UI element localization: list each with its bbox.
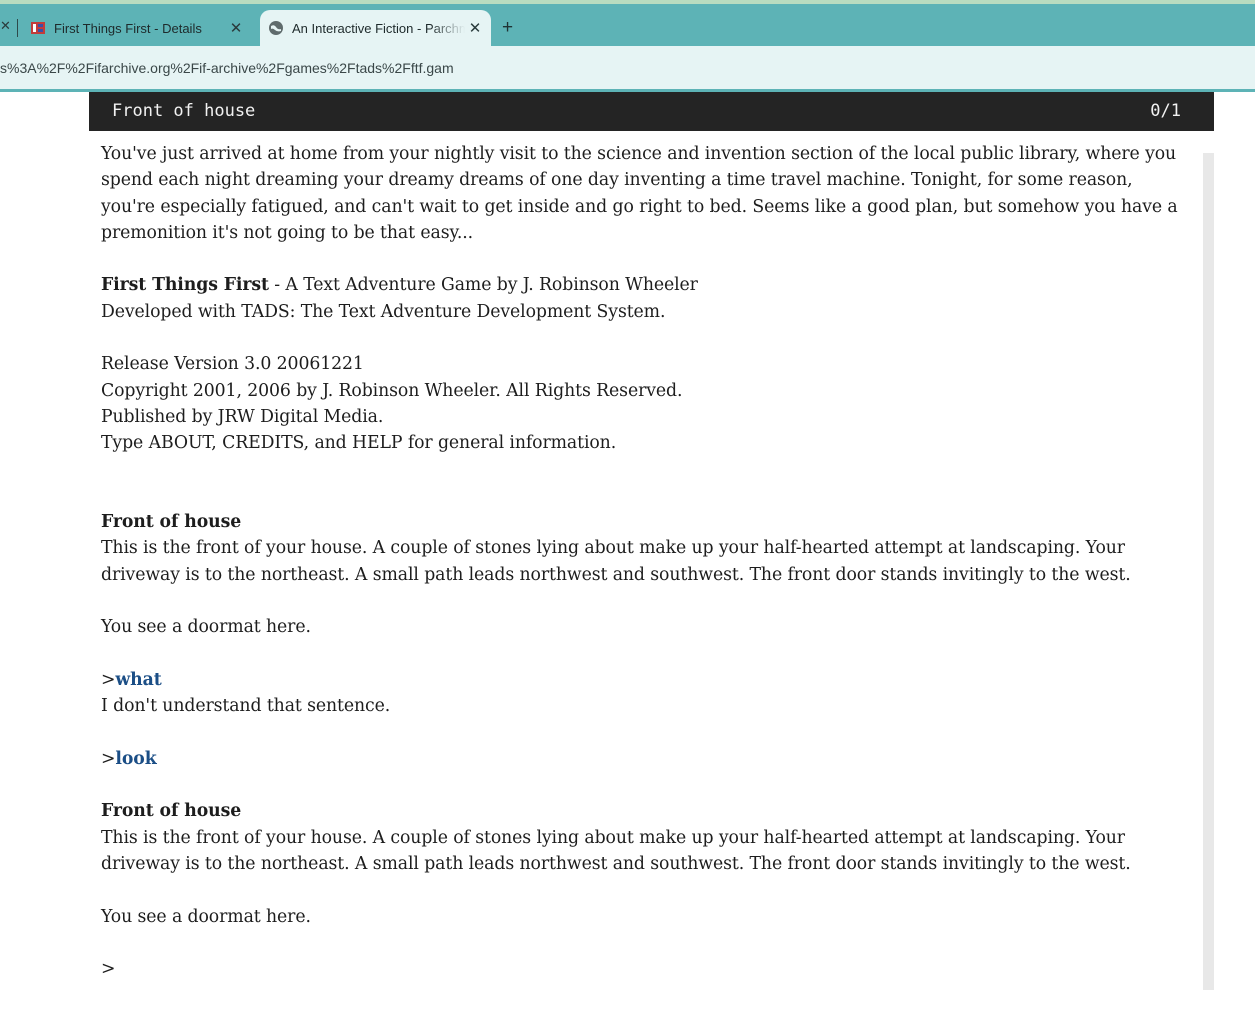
command-text: what bbox=[115, 669, 162, 690]
game-developed: Developed with TADS: The Text Adventure … bbox=[101, 301, 666, 322]
command-prompt: > bbox=[101, 748, 116, 769]
tab-interactive-fiction-parchment[interactable]: An Interactive Fiction - Parchment ✕ bbox=[260, 10, 491, 46]
room-heading: Front of house bbox=[101, 801, 242, 822]
command-line: >what bbox=[101, 667, 1191, 693]
room-description: This is the front of your house. A coupl… bbox=[101, 827, 1131, 875]
status-score: 0/1 bbox=[1150, 101, 1181, 121]
tab-close-icon[interactable]: ✕ bbox=[465, 19, 485, 37]
game-copyright: Copyright 2001, 2006 by J. Robinson Whee… bbox=[101, 380, 683, 401]
tab-first-things-first-details[interactable]: First Things First - Details ✕ bbox=[22, 10, 252, 46]
game-title: First Things First bbox=[101, 275, 269, 296]
tab-title: An Interactive Fiction - Parchment bbox=[292, 20, 465, 36]
input-prompt: > bbox=[101, 959, 116, 980]
room-objects: You see a doormat here. bbox=[101, 617, 311, 638]
command-input-line[interactable]: > bbox=[101, 956, 1191, 982]
tab-separator bbox=[17, 19, 18, 37]
game-transcript: You've just arrived at home from your ni… bbox=[101, 141, 1191, 1009]
command-text: look bbox=[115, 748, 157, 769]
room-block: Front of house This is the front of your… bbox=[101, 798, 1191, 877]
status-room-name: Front of house bbox=[112, 101, 256, 121]
previous-tab-close-icon[interactable]: ✕ bbox=[0, 18, 11, 34]
globe-icon bbox=[269, 21, 283, 35]
ifdb-favicon-icon bbox=[31, 22, 45, 34]
address-url[interactable]: s%3A%2F%2Fifarchive.org%2Fif-archive%2Fg… bbox=[0, 60, 454, 76]
scrollbar-track[interactable] bbox=[1203, 153, 1214, 990]
command-line: >look bbox=[101, 746, 1191, 772]
command-response: I don't understand that sentence. bbox=[101, 696, 391, 717]
address-bar[interactable]: s%3A%2F%2Fifarchive.org%2Fif-archive%2Fg… bbox=[0, 46, 1255, 89]
room-description: This is the front of your house. A coupl… bbox=[101, 538, 1131, 585]
browser-tab-strip: ✕ First Things First - Details ✕ An Inte… bbox=[0, 0, 1255, 46]
game-release: Release Version 3.0 20061221 bbox=[101, 354, 364, 375]
new-tab-plus-icon[interactable]: + bbox=[502, 18, 513, 37]
room-objects: You see a doormat here. bbox=[101, 906, 311, 927]
intro-text: You've just arrived at home from your ni… bbox=[101, 144, 1178, 243]
game-byline: - A Text Adventure Game by J. Robinson W… bbox=[268, 275, 698, 296]
game-credits: First Things First - A Text Adventure Ga… bbox=[101, 272, 1191, 325]
game-release-info: Release Version 3.0 20061221 Copyright 2… bbox=[101, 351, 1191, 456]
command-block: >what I don't understand that sentence. bbox=[101, 667, 1191, 720]
game-title-line: First Things First - A Text Adventure Ga… bbox=[101, 272, 1191, 298]
game-help: Type ABOUT, CREDITS, and HELP for genera… bbox=[101, 433, 617, 454]
tab-close-icon[interactable]: ✕ bbox=[226, 19, 246, 37]
game-publisher: Published by JRW Digital Media. bbox=[101, 406, 384, 427]
tab-title: First Things First - Details bbox=[54, 20, 202, 36]
room-heading: Front of house bbox=[101, 512, 242, 533]
game-status-bar: Front of house 0/1 bbox=[89, 92, 1214, 131]
room-block: Front of house This is the front of your… bbox=[101, 509, 1191, 588]
command-prompt: > bbox=[101, 669, 116, 690]
